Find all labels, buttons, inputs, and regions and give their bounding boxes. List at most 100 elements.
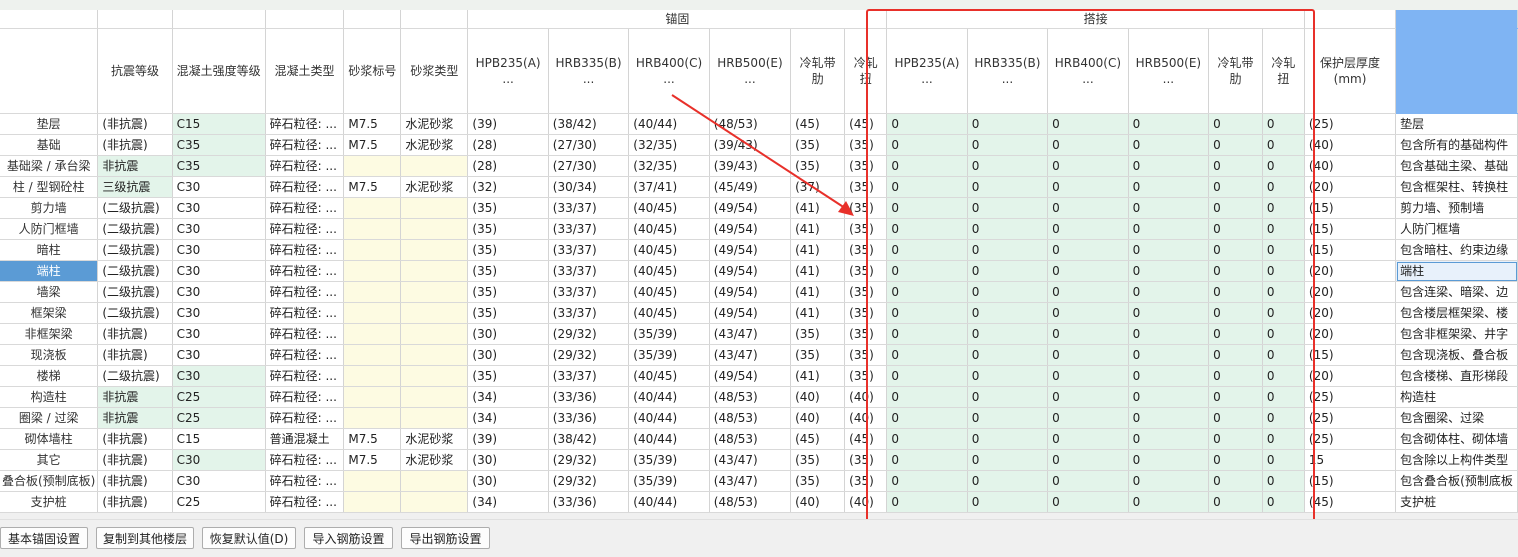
- lap-cell[interactable]: 0: [967, 302, 1049, 324]
- lap-cell[interactable]: 0: [1047, 302, 1129, 324]
- anchor-cell[interactable]: (40): [790, 491, 846, 513]
- cover-cell[interactable]: 15: [1304, 449, 1397, 471]
- lap-cell[interactable]: 0: [1128, 344, 1210, 366]
- lap-cell[interactable]: 0: [1128, 386, 1210, 408]
- anchor-cell[interactable]: (41): [790, 365, 846, 387]
- lap-col-4[interactable]: 冷轧带肋: [1208, 28, 1263, 114]
- note-cell[interactable]: 包含楼梯、直形梯段: [1395, 365, 1518, 387]
- anchor-cell[interactable]: (30): [467, 344, 549, 366]
- lap-cell[interactable]: 0: [1262, 386, 1305, 408]
- anchor-cell[interactable]: (35): [467, 239, 549, 261]
- lap-cell[interactable]: 0: [967, 218, 1049, 240]
- anchor-cell[interactable]: (27/30): [548, 155, 630, 177]
- anchor-col-3[interactable]: HRB500(E) ...: [709, 28, 792, 114]
- anchor-cell[interactable]: (35): [467, 302, 549, 324]
- mortar-grade-cell[interactable]: [343, 155, 402, 177]
- col-note[interactable]: [1395, 28, 1518, 114]
- mortar-grade-cell[interactable]: [343, 365, 402, 387]
- anchor-cell[interactable]: (48/53): [709, 428, 792, 450]
- anchor-cell[interactable]: (30/34): [548, 176, 630, 198]
- anchor-cell[interactable]: (48/53): [709, 491, 792, 513]
- anchor-cell[interactable]: (41): [790, 239, 846, 261]
- note-cell[interactable]: 人防门框墙: [1395, 218, 1518, 240]
- seismic-cell[interactable]: (二级抗震): [97, 197, 173, 219]
- mortar-type-cell[interactable]: 水泥砂浆: [400, 134, 469, 156]
- lap-col-5[interactable]: 冷轧扭: [1262, 28, 1305, 114]
- anchor-cell[interactable]: (49/54): [709, 365, 792, 387]
- note-cell[interactable]: 构造柱: [1395, 386, 1518, 408]
- anchor-cell[interactable]: (45): [790, 428, 846, 450]
- lap-cell[interactable]: 0: [1208, 239, 1263, 261]
- lap-cell[interactable]: 0: [886, 239, 968, 261]
- concrete-grade-cell[interactable]: C15: [172, 113, 266, 135]
- lap-cell[interactable]: 0: [886, 155, 968, 177]
- lap-cell[interactable]: 0: [967, 239, 1049, 261]
- mortar-grade-cell[interactable]: M7.5: [343, 113, 402, 135]
- anchor-cell[interactable]: (35): [790, 470, 846, 492]
- anchor-col-1[interactable]: HRB335(B) ...: [548, 28, 630, 114]
- lap-cell[interactable]: 0: [1128, 239, 1210, 261]
- note-cell[interactable]: 支护桩: [1395, 491, 1518, 513]
- lap-cell[interactable]: 0: [886, 218, 968, 240]
- mortar-type-cell[interactable]: 水泥砂浆: [400, 428, 469, 450]
- anchor-cell[interactable]: (35): [844, 260, 888, 282]
- note-cell[interactable]: 端柱: [1395, 260, 1518, 282]
- concrete-grade-cell[interactable]: C30: [172, 365, 266, 387]
- row-name[interactable]: 现浇板: [0, 344, 99, 366]
- lap-cell[interactable]: 0: [967, 176, 1049, 198]
- lap-cell[interactable]: 0: [1262, 281, 1305, 303]
- lap-cell[interactable]: 0: [1208, 407, 1263, 429]
- lap-cell[interactable]: 0: [1047, 386, 1129, 408]
- concrete-type-cell[interactable]: 碎石粒径: ...: [265, 491, 345, 513]
- seismic-cell[interactable]: (非抗震): [97, 428, 173, 450]
- lap-cell[interactable]: 0: [1047, 428, 1129, 450]
- note-cell[interactable]: 包含叠合板(预制底板: [1395, 470, 1518, 492]
- anchor-cell[interactable]: (33/37): [548, 239, 630, 261]
- anchor-cell[interactable]: (49/54): [709, 260, 792, 282]
- concrete-type-cell[interactable]: 碎石粒径: ...: [265, 470, 345, 492]
- row-name[interactable]: 端柱: [0, 260, 99, 282]
- anchor-cell[interactable]: (35): [844, 323, 888, 345]
- anchor-cell[interactable]: (35): [844, 449, 888, 471]
- concrete-grade-cell[interactable]: C30: [172, 197, 266, 219]
- lap-cell[interactable]: 0: [1262, 113, 1305, 135]
- lap-cell[interactable]: 0: [1047, 197, 1129, 219]
- lap-cell[interactable]: 0: [1262, 302, 1305, 324]
- anchor-cell[interactable]: (40/44): [628, 386, 710, 408]
- anchor-cell[interactable]: (40/45): [628, 365, 710, 387]
- anchor-cell[interactable]: (35/39): [628, 470, 710, 492]
- col-concrete-grade[interactable]: 混凝土强度等级: [172, 28, 266, 114]
- anchor-cell[interactable]: (33/36): [548, 407, 630, 429]
- concrete-type-cell[interactable]: 碎石粒径: ...: [265, 239, 345, 261]
- anchor-cell[interactable]: (49/54): [709, 239, 792, 261]
- anchor-cell[interactable]: (33/37): [548, 365, 630, 387]
- concrete-grade-cell[interactable]: C30: [172, 176, 266, 198]
- col-seismic[interactable]: 抗震等级: [97, 28, 173, 114]
- anchor-cell[interactable]: (41): [790, 197, 846, 219]
- anchor-cell[interactable]: (39/43): [709, 134, 792, 156]
- concrete-type-cell[interactable]: 碎石粒径: ...: [265, 155, 345, 177]
- mortar-grade-cell[interactable]: [343, 491, 402, 513]
- concrete-type-cell[interactable]: 碎石粒径: ...: [265, 260, 345, 282]
- concrete-type-cell[interactable]: 碎石粒径: ...: [265, 323, 345, 345]
- lap-cell[interactable]: 0: [967, 365, 1049, 387]
- seismic-cell[interactable]: (非抗震): [97, 113, 173, 135]
- anchor-cell[interactable]: (35): [844, 365, 888, 387]
- anchor-cell[interactable]: (35): [844, 281, 888, 303]
- anchor-cell[interactable]: (45): [844, 428, 888, 450]
- anchor-cell[interactable]: (39): [467, 428, 549, 450]
- anchor-cell[interactable]: (35/39): [628, 344, 710, 366]
- seismic-cell[interactable]: (二级抗震): [97, 239, 173, 261]
- lap-col-1[interactable]: HRB335(B) ...: [967, 28, 1049, 114]
- mortar-type-cell[interactable]: 水泥砂浆: [400, 176, 469, 198]
- row-name[interactable]: 剪力墙: [0, 197, 99, 219]
- mortar-type-cell[interactable]: [400, 386, 469, 408]
- anchor-cell[interactable]: (40): [844, 491, 888, 513]
- mortar-grade-cell[interactable]: [343, 239, 402, 261]
- lap-cell[interactable]: 0: [967, 260, 1049, 282]
- seismic-cell[interactable]: 非抗震: [97, 386, 173, 408]
- lap-cell[interactable]: 0: [1047, 176, 1129, 198]
- lap-cell[interactable]: 0: [886, 491, 968, 513]
- lap-cell[interactable]: 0: [1128, 197, 1210, 219]
- lap-cell[interactable]: 0: [1128, 470, 1210, 492]
